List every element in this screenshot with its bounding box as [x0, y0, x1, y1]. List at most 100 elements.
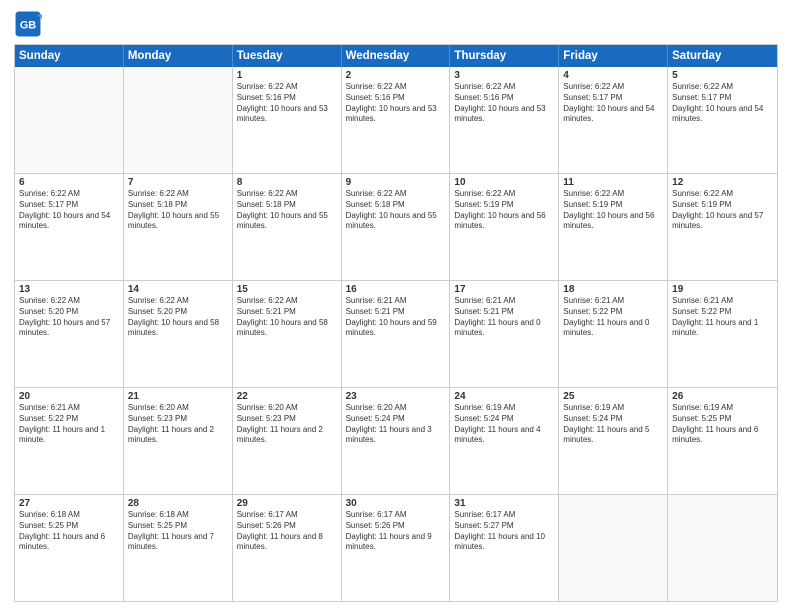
day-details: Sunrise: 6:18 AM Sunset: 5:25 PM Dayligh… [128, 510, 228, 553]
empty-cell [668, 495, 777, 601]
calendar-header: SundayMondayTuesdayWednesdayThursdayFrid… [15, 45, 777, 67]
calendar: SundayMondayTuesdayWednesdayThursdayFrid… [14, 44, 778, 602]
day-number: 24 [454, 391, 554, 402]
day-cell-26: 26Sunrise: 6:19 AM Sunset: 5:25 PM Dayli… [668, 388, 777, 494]
day-details: Sunrise: 6:22 AM Sunset: 5:16 PM Dayligh… [346, 82, 446, 125]
day-cell-15: 15Sunrise: 6:22 AM Sunset: 5:21 PM Dayli… [233, 281, 342, 387]
header-cell-saturday: Saturday [668, 45, 777, 67]
day-cell-25: 25Sunrise: 6:19 AM Sunset: 5:24 PM Dayli… [559, 388, 668, 494]
day-details: Sunrise: 6:22 AM Sunset: 5:17 PM Dayligh… [19, 189, 119, 232]
day-details: Sunrise: 6:20 AM Sunset: 5:23 PM Dayligh… [237, 403, 337, 446]
day-details: Sunrise: 6:22 AM Sunset: 5:17 PM Dayligh… [672, 82, 773, 125]
day-details: Sunrise: 6:22 AM Sunset: 5:18 PM Dayligh… [346, 189, 446, 232]
day-details: Sunrise: 6:21 AM Sunset: 5:21 PM Dayligh… [346, 296, 446, 339]
day-number: 3 [454, 70, 554, 81]
day-cell-13: 13Sunrise: 6:22 AM Sunset: 5:20 PM Dayli… [15, 281, 124, 387]
day-details: Sunrise: 6:22 AM Sunset: 5:17 PM Dayligh… [563, 82, 663, 125]
day-details: Sunrise: 6:22 AM Sunset: 5:20 PM Dayligh… [19, 296, 119, 339]
day-details: Sunrise: 6:22 AM Sunset: 5:18 PM Dayligh… [237, 189, 337, 232]
day-number: 10 [454, 177, 554, 188]
day-number: 9 [346, 177, 446, 188]
day-details: Sunrise: 6:17 AM Sunset: 5:27 PM Dayligh… [454, 510, 554, 553]
day-cell-4: 4Sunrise: 6:22 AM Sunset: 5:17 PM Daylig… [559, 67, 668, 173]
day-cell-30: 30Sunrise: 6:17 AM Sunset: 5:26 PM Dayli… [342, 495, 451, 601]
day-number: 8 [237, 177, 337, 188]
day-cell-23: 23Sunrise: 6:20 AM Sunset: 5:24 PM Dayli… [342, 388, 451, 494]
day-cell-8: 8Sunrise: 6:22 AM Sunset: 5:18 PM Daylig… [233, 174, 342, 280]
logo-icon: GB [14, 10, 42, 38]
day-number: 27 [19, 498, 119, 509]
day-cell-24: 24Sunrise: 6:19 AM Sunset: 5:24 PM Dayli… [450, 388, 559, 494]
calendar-row-5: 27Sunrise: 6:18 AM Sunset: 5:25 PM Dayli… [15, 494, 777, 601]
day-number: 20 [19, 391, 119, 402]
header-cell-thursday: Thursday [450, 45, 559, 67]
calendar-row-2: 6Sunrise: 6:22 AM Sunset: 5:17 PM Daylig… [15, 173, 777, 280]
header: GB [14, 10, 778, 38]
day-number: 12 [672, 177, 773, 188]
day-details: Sunrise: 6:22 AM Sunset: 5:16 PM Dayligh… [237, 82, 337, 125]
day-details: Sunrise: 6:22 AM Sunset: 5:20 PM Dayligh… [128, 296, 228, 339]
day-number: 29 [237, 498, 337, 509]
day-number: 25 [563, 391, 663, 402]
day-cell-5: 5Sunrise: 6:22 AM Sunset: 5:17 PM Daylig… [668, 67, 777, 173]
day-details: Sunrise: 6:21 AM Sunset: 5:22 PM Dayligh… [563, 296, 663, 339]
day-cell-12: 12Sunrise: 6:22 AM Sunset: 5:19 PM Dayli… [668, 174, 777, 280]
day-cell-16: 16Sunrise: 6:21 AM Sunset: 5:21 PM Dayli… [342, 281, 451, 387]
day-number: 16 [346, 284, 446, 295]
day-cell-6: 6Sunrise: 6:22 AM Sunset: 5:17 PM Daylig… [15, 174, 124, 280]
day-details: Sunrise: 6:22 AM Sunset: 5:21 PM Dayligh… [237, 296, 337, 339]
day-number: 4 [563, 70, 663, 81]
day-cell-9: 9Sunrise: 6:22 AM Sunset: 5:18 PM Daylig… [342, 174, 451, 280]
day-number: 2 [346, 70, 446, 81]
day-details: Sunrise: 6:21 AM Sunset: 5:22 PM Dayligh… [672, 296, 773, 339]
day-number: 13 [19, 284, 119, 295]
day-number: 15 [237, 284, 337, 295]
day-cell-27: 27Sunrise: 6:18 AM Sunset: 5:25 PM Dayli… [15, 495, 124, 601]
day-cell-20: 20Sunrise: 6:21 AM Sunset: 5:22 PM Dayli… [15, 388, 124, 494]
day-details: Sunrise: 6:19 AM Sunset: 5:25 PM Dayligh… [672, 403, 773, 446]
day-number: 6 [19, 177, 119, 188]
calendar-row-1: 1Sunrise: 6:22 AM Sunset: 5:16 PM Daylig… [15, 67, 777, 173]
day-number: 11 [563, 177, 663, 188]
day-number: 30 [346, 498, 446, 509]
empty-cell [124, 67, 233, 173]
header-cell-sunday: Sunday [15, 45, 124, 67]
day-details: Sunrise: 6:22 AM Sunset: 5:19 PM Dayligh… [563, 189, 663, 232]
day-number: 7 [128, 177, 228, 188]
day-number: 31 [454, 498, 554, 509]
day-details: Sunrise: 6:21 AM Sunset: 5:21 PM Dayligh… [454, 296, 554, 339]
day-cell-7: 7Sunrise: 6:22 AM Sunset: 5:18 PM Daylig… [124, 174, 233, 280]
day-number: 1 [237, 70, 337, 81]
day-cell-18: 18Sunrise: 6:21 AM Sunset: 5:22 PM Dayli… [559, 281, 668, 387]
day-number: 28 [128, 498, 228, 509]
day-details: Sunrise: 6:19 AM Sunset: 5:24 PM Dayligh… [454, 403, 554, 446]
day-number: 26 [672, 391, 773, 402]
day-cell-31: 31Sunrise: 6:17 AM Sunset: 5:27 PM Dayli… [450, 495, 559, 601]
header-cell-friday: Friday [559, 45, 668, 67]
header-cell-monday: Monday [124, 45, 233, 67]
day-details: Sunrise: 6:22 AM Sunset: 5:16 PM Dayligh… [454, 82, 554, 125]
day-number: 5 [672, 70, 773, 81]
day-number: 23 [346, 391, 446, 402]
empty-cell [15, 67, 124, 173]
empty-cell [559, 495, 668, 601]
day-number: 18 [563, 284, 663, 295]
day-details: Sunrise: 6:20 AM Sunset: 5:23 PM Dayligh… [128, 403, 228, 446]
day-details: Sunrise: 6:22 AM Sunset: 5:19 PM Dayligh… [454, 189, 554, 232]
day-number: 17 [454, 284, 554, 295]
day-number: 14 [128, 284, 228, 295]
day-details: Sunrise: 6:22 AM Sunset: 5:19 PM Dayligh… [672, 189, 773, 232]
day-number: 21 [128, 391, 228, 402]
day-number: 22 [237, 391, 337, 402]
day-details: Sunrise: 6:19 AM Sunset: 5:24 PM Dayligh… [563, 403, 663, 446]
day-details: Sunrise: 6:18 AM Sunset: 5:25 PM Dayligh… [19, 510, 119, 553]
day-cell-22: 22Sunrise: 6:20 AM Sunset: 5:23 PM Dayli… [233, 388, 342, 494]
day-cell-29: 29Sunrise: 6:17 AM Sunset: 5:26 PM Dayli… [233, 495, 342, 601]
calendar-body: 1Sunrise: 6:22 AM Sunset: 5:16 PM Daylig… [15, 67, 777, 601]
day-cell-1: 1Sunrise: 6:22 AM Sunset: 5:16 PM Daylig… [233, 67, 342, 173]
day-cell-28: 28Sunrise: 6:18 AM Sunset: 5:25 PM Dayli… [124, 495, 233, 601]
day-cell-17: 17Sunrise: 6:21 AM Sunset: 5:21 PM Dayli… [450, 281, 559, 387]
logo: GB [14, 10, 46, 38]
calendar-row-3: 13Sunrise: 6:22 AM Sunset: 5:20 PM Dayli… [15, 280, 777, 387]
day-details: Sunrise: 6:20 AM Sunset: 5:24 PM Dayligh… [346, 403, 446, 446]
